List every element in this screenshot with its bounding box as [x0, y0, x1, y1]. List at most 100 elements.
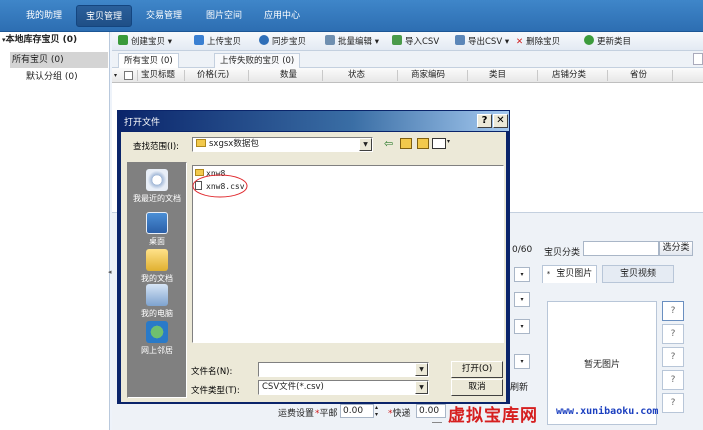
filetype-label: 文件类型(T): — [191, 386, 240, 396]
column-divider — [607, 70, 608, 81]
help-button[interactable]: ? — [477, 114, 492, 128]
watermark-url: www.xunibaoku.com — [556, 406, 659, 417]
place-my-documents[interactable]: 我的文档 — [128, 249, 186, 284]
col-title[interactable]: 宝贝标题 — [141, 69, 175, 82]
thumb-slot[interactable]: ? — [662, 370, 684, 390]
tree-item-default-group[interactable]: 默认分组 (0) — [26, 69, 78, 85]
dropdown-arrow-icon[interactable]: ▾ — [375, 37, 379, 47]
kuai-fee-input[interactable]: 0.00 — [416, 404, 446, 418]
collapse-handle-icon[interactable]: ◂ — [108, 268, 112, 276]
dropdown-arrow-icon[interactable]: ▾ — [514, 354, 530, 369]
table-header: ▾ 宝贝标题 价格(元) 数量 状态 商家编码 类目 店铺分类 省份 — [112, 68, 703, 83]
open-button[interactable]: 打开(O) — [451, 361, 503, 378]
col-status[interactable]: 状态 — [348, 69, 365, 82]
dialog-body: 查找范围(I): sxgsx数据包 ▼ ⇦ ▾ 我最近的文档 桌面 我的文档 我… — [121, 132, 506, 402]
nav-tab-items[interactable]: 宝贝管理 — [76, 5, 132, 27]
dropdown-arrow-icon[interactable]: ▼ — [359, 138, 372, 151]
refresh-link[interactable]: 刷新 — [510, 380, 528, 393]
tree-item-all[interactable]: 所有宝贝 (0) — [10, 52, 108, 68]
select-category-button[interactable]: 选分类 — [659, 241, 693, 256]
filename-input[interactable]: ▼ — [258, 362, 429, 377]
update-icon — [584, 35, 594, 45]
desktop-icon — [146, 212, 168, 234]
view-menu-icon[interactable] — [432, 138, 446, 149]
place-recent[interactable]: 我最近的文档 — [128, 169, 186, 204]
thumb-slot[interactable]: ? — [662, 324, 684, 344]
my-computer-icon — [146, 284, 168, 306]
col-province[interactable]: 省份 — [630, 69, 647, 82]
dropdown-arrow-icon[interactable]: ▼ — [415, 363, 428, 376]
column-divider — [672, 70, 673, 81]
nav-tab-pictures[interactable]: 图片空间 — [196, 5, 252, 27]
sync-item-button[interactable]: 同步宝贝 — [259, 35, 306, 49]
dropdown-arrow-icon[interactable]: ▾ — [447, 138, 450, 145]
column-divider — [137, 70, 138, 81]
toolbar: 创建宝贝 ▾ 上传宝贝 同步宝贝 批量编辑 ▾ 导入CSV 导出CSV ▾ ✕ 删… — [112, 32, 703, 51]
stepper-icon[interactable]: ▴ ▾ — [375, 404, 378, 418]
kuai-label: *快递 — [388, 406, 411, 419]
col-merchant-code[interactable]: 商家编码 — [411, 69, 445, 82]
col-price[interactable]: 价格(元) — [197, 69, 229, 82]
header-dropdown-icon[interactable]: ▾ — [114, 72, 117, 79]
new-folder-icon[interactable] — [417, 138, 429, 149]
sync-item-label: 同步宝贝 — [272, 37, 307, 47]
up-folder-icon[interactable] — [400, 138, 412, 149]
place-desktop[interactable]: 桌面 — [128, 212, 186, 247]
update-category-button[interactable]: 更新类目 — [584, 35, 631, 49]
col-quantity[interactable]: 数量 — [280, 69, 297, 82]
lookin-combo[interactable]: sxgsx数据包 ▼ — [192, 137, 373, 152]
tab-upload-failed[interactable]: 上传失败的宝贝 (0) — [214, 53, 301, 68]
place-desktop-label: 桌面 — [149, 237, 165, 246]
dialog-title-bar[interactable]: 打开文件 ? ✕ — [118, 111, 509, 131]
tab-item-pictures[interactable]: * 宝贝图片 — [542, 265, 597, 283]
filetype-select[interactable]: CSV文件(*.csv) ▼ — [258, 380, 429, 395]
ping-fee-input[interactable]: 0.00 — [340, 404, 374, 418]
place-my-documents-label: 我的文档 — [141, 274, 173, 283]
close-button[interactable]: ✕ — [493, 114, 508, 128]
export-icon — [455, 35, 465, 45]
dropdown-arrow-icon[interactable]: ▾ — [168, 37, 172, 47]
nav-tab-assistant[interactable]: 我的助理 — [14, 5, 74, 27]
category-label: 宝贝分类 — [544, 248, 581, 258]
col-shop-category[interactable]: 店铺分类 — [552, 69, 586, 82]
dropdown-arrow-icon[interactable]: ▾ — [514, 319, 530, 334]
import-icon — [392, 35, 402, 45]
export-csv-button[interactable]: 导出CSV ▾ — [455, 35, 509, 49]
thumb-slot[interactable]: ? — [662, 393, 684, 413]
scroll-right-button[interactable] — [693, 53, 703, 65]
folder-icon — [196, 139, 206, 147]
thumb-slot[interactable]: ? — [662, 301, 684, 321]
kuai-label-text: 快递 — [392, 409, 411, 419]
category-input[interactable] — [583, 241, 659, 256]
nav-tab-trade[interactable]: 交易管理 — [136, 5, 192, 27]
select-all-checkbox[interactable] — [124, 71, 133, 80]
batch-edit-button[interactable]: 批量编辑 ▾ — [325, 35, 379, 49]
tab-all-items[interactable]: 所有宝贝 (0) — [118, 53, 179, 68]
shipping-label: 运费设置 — [278, 409, 315, 419]
nav-tab-apps[interactable]: 应用中心 — [254, 5, 310, 27]
col-category[interactable]: 类目 — [489, 69, 506, 82]
place-recent-label: 我最近的文档 — [133, 194, 181, 203]
tab-item-video[interactable]: 宝贝视频 — [602, 265, 674, 283]
recent-docs-icon — [146, 169, 168, 191]
dropdown-arrow-icon[interactable]: ▼ — [415, 381, 428, 394]
place-my-computer[interactable]: 我的电脑 — [128, 284, 186, 319]
delete-x-icon: ✕ — [516, 37, 524, 47]
cancel-button[interactable]: 取消 — [451, 379, 503, 396]
batch-edit-label: 批量编辑 — [338, 37, 373, 47]
create-item-button[interactable]: 创建宝贝 ▾ — [118, 35, 172, 49]
thumb-slot[interactable]: ? — [662, 347, 684, 367]
delete-item-button[interactable]: ✕ 删除宝贝 — [516, 35, 560, 49]
sync-icon — [259, 35, 269, 45]
place-network[interactable]: 网上邻居 — [128, 321, 186, 356]
back-icon[interactable]: ⇦ — [384, 137, 393, 150]
dropdown-arrow-icon[interactable]: ▾ — [514, 292, 530, 307]
upload-item-button[interactable]: 上传宝贝 — [194, 35, 241, 49]
dropdown-arrow-icon[interactable]: ▾ — [505, 37, 509, 47]
lookin-value: sxgsx数据包 — [209, 139, 259, 149]
dropdown-arrow-icon[interactable]: ▾ — [514, 267, 530, 282]
star-icon: * — [546, 270, 551, 278]
tree-root[interactable]: ▾本地库存宝贝 (0) — [2, 32, 77, 48]
ping-label: *平邮 — [315, 406, 338, 419]
import-csv-button[interactable]: 导入CSV — [392, 35, 439, 49]
